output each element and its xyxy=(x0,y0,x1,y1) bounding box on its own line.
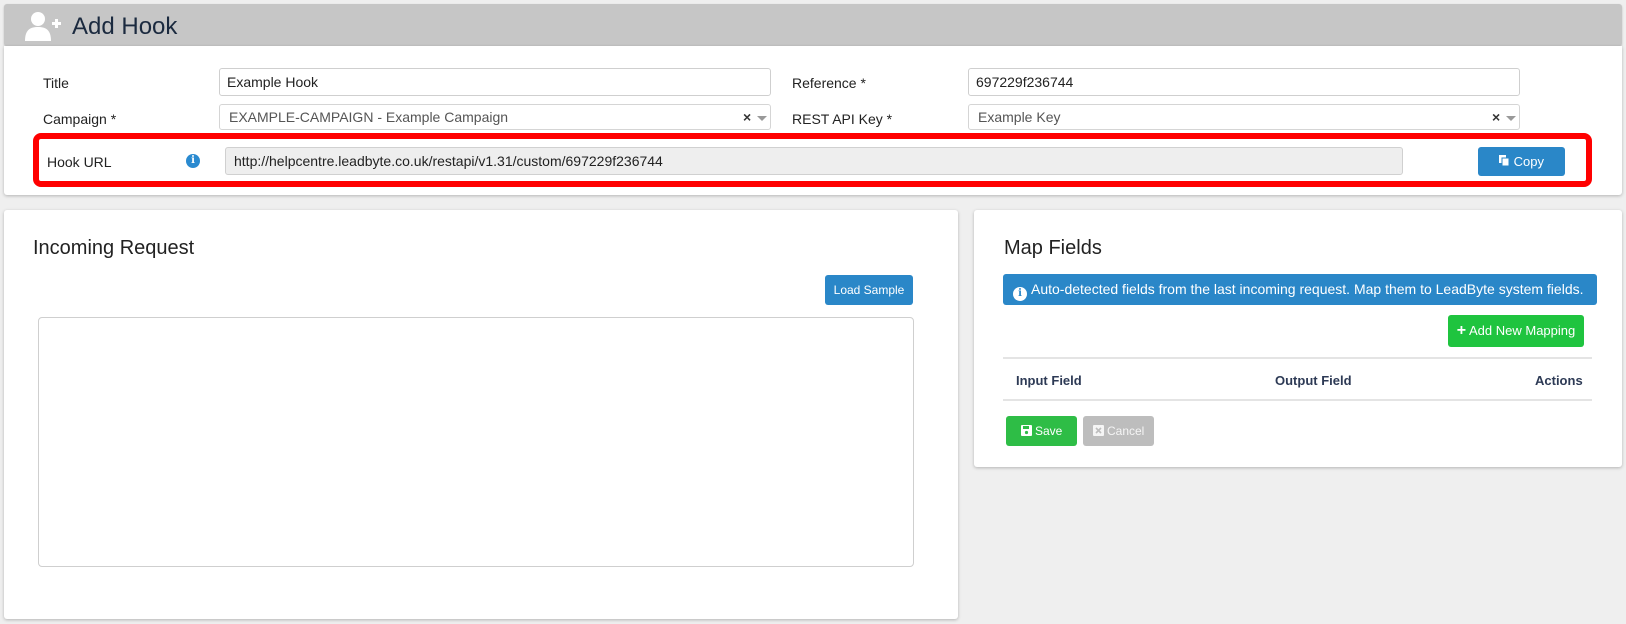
title-label: Title xyxy=(43,75,69,91)
copy-button[interactable]: Copy xyxy=(1478,147,1565,176)
save-button-label: Save xyxy=(1034,424,1063,438)
cancel-button[interactable]: Cancel xyxy=(1083,416,1154,446)
chevron-down-icon[interactable] xyxy=(757,116,767,121)
api-key-select[interactable]: Example Key × xyxy=(968,104,1520,130)
table-top-rule xyxy=(1003,357,1592,359)
page-title: Add Hook xyxy=(72,13,178,40)
column-header-output-field: Output Field xyxy=(1275,373,1352,388)
title-input[interactable]: Example Hook xyxy=(219,68,771,96)
add-new-mapping-button[interactable]: + Add New Mapping xyxy=(1448,315,1584,347)
map-fields-title: Map Fields xyxy=(1004,237,1102,259)
reference-label: Reference * xyxy=(792,75,866,91)
campaign-clear-icon[interactable]: × xyxy=(743,109,751,125)
api-key-clear-icon[interactable]: × xyxy=(1492,109,1500,125)
plus-icon: + xyxy=(1456,322,1467,339)
cancel-button-label: Cancel xyxy=(1106,424,1145,438)
info-alert-text: Auto-detected fields from the last incom… xyxy=(1031,281,1584,297)
hook-url-field[interactable]: http://helpcentre.leadbyte.co.uk/restapi… xyxy=(225,147,1403,175)
chevron-down-icon[interactable] xyxy=(1506,116,1516,121)
add-new-mapping-label: Add New Mapping xyxy=(1469,323,1576,338)
table-header-rule xyxy=(1003,399,1592,401)
api-key-label: REST API Key * xyxy=(792,111,893,127)
column-header-input-field: Input Field xyxy=(1016,373,1082,388)
save-icon xyxy=(1020,425,1032,436)
campaign-select-value: EXAMPLE-CAMPAIGN - Example Campaign xyxy=(229,109,509,125)
api-key-select-value: Example Key xyxy=(978,109,1061,125)
cancel-icon xyxy=(1092,425,1104,436)
save-button[interactable]: Save xyxy=(1006,416,1077,446)
reference-input[interactable]: 697229f236744 xyxy=(968,68,1520,96)
incoming-request-textarea[interactable] xyxy=(38,317,914,567)
copy-button-label: Copy xyxy=(1513,154,1544,169)
user-plus-icon xyxy=(25,12,61,41)
incoming-request-title: Incoming Request xyxy=(33,237,195,259)
campaign-label: Campaign * xyxy=(43,111,117,127)
info-icon: i xyxy=(1013,287,1027,301)
info-icon[interactable]: i xyxy=(186,154,200,168)
column-header-actions: Actions xyxy=(1535,373,1583,388)
campaign-select[interactable]: EXAMPLE-CAMPAIGN - Example Campaign × xyxy=(219,104,771,130)
info-alert: i Auto-detected fields from the last inco… xyxy=(1003,274,1597,305)
load-sample-button[interactable]: Load Sample xyxy=(825,275,913,305)
hook-url-label: Hook URL xyxy=(47,154,112,170)
page-header: Add Hook xyxy=(4,4,1622,46)
copy-icon xyxy=(1499,155,1510,167)
